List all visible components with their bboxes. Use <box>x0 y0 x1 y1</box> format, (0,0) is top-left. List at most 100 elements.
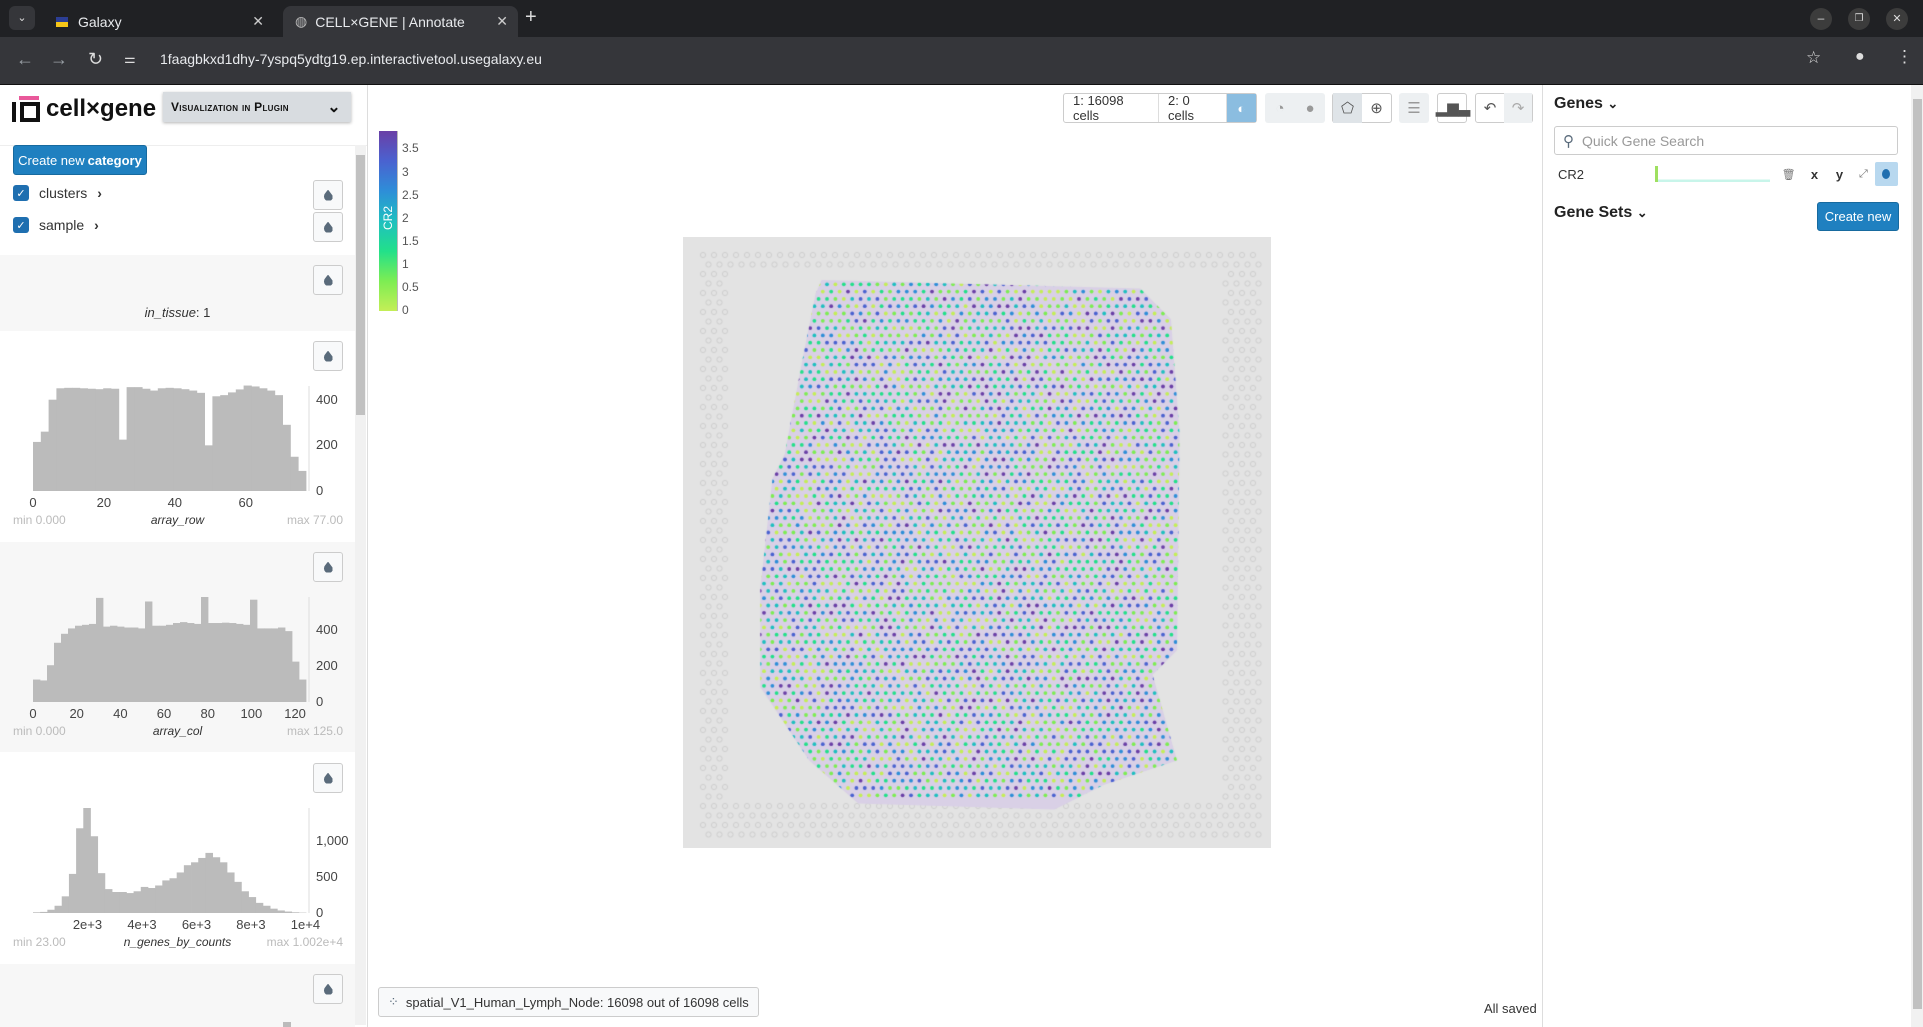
color-by-clusters-button[interactable] <box>313 180 343 210</box>
colorbar-tick: 3.5 <box>402 141 419 156</box>
tab-label: CELL×GENE | Annotate <box>315 13 465 30</box>
histogram-field-name: array_col <box>152 724 203 738</box>
bookmark-star-icon[interactable]: ☆ <box>1806 48 1821 68</box>
embedding-selector[interactable]: ⁘ spatial_V1_Human_Lymph_Node: 16098 out … <box>378 987 759 1017</box>
bar-chart-icon: ▂▆▃ <box>1435 100 1471 117</box>
histogram-bar <box>187 623 195 702</box>
histogram-bar <box>40 431 49 491</box>
redo-icon[interactable]: ↷ <box>1504 93 1532 123</box>
restore-button[interactable]: ❐ <box>1848 8 1870 30</box>
color-by-sample-button[interactable] <box>313 212 343 242</box>
genes-header[interactable]: Genes ⌄ <box>1554 95 1618 113</box>
checkbox-clusters[interactable]: ✓ <box>13 185 29 201</box>
histogram-bar <box>241 891 249 913</box>
cell-set-2-button[interactable]: 2: 0 cells <box>1159 93 1227 123</box>
back-icon[interactable]: ← <box>16 49 34 70</box>
histogram-bar <box>138 628 146 702</box>
tab-cellxgene[interactable]: ◍ CELL×GENE | Annotate ✕ <box>283 6 518 37</box>
distribution-button[interactable]: ▂▆▃ <box>1435 93 1471 123</box>
color-by-in-tissue-button[interactable] <box>313 265 343 295</box>
histogram-bar <box>87 388 96 491</box>
menu-icon[interactable]: ⋮ <box>1896 47 1913 67</box>
lasso-icon[interactable]: ⬠ <box>1333 93 1362 123</box>
tab-list-button[interactable]: ⌄ <box>9 6 35 30</box>
histogram-bar <box>262 905 271 913</box>
undo-icon[interactable]: ↶ <box>1476 93 1504 123</box>
expand-icon[interactable]: ⤢ <box>1852 168 1875 181</box>
gene-sparkline <box>1654 166 1771 182</box>
histogram-bar <box>194 623 202 702</box>
histogram-bar <box>142 388 151 491</box>
category-sample[interactable]: ✓ sample › <box>13 217 99 233</box>
gene-row-cr2[interactable]: CR2 🗑 x y ⤢ <box>1554 160 1898 188</box>
histogram-array-col[interactable]: 0 200 400 0 20 40 60 80 100 120 min 0.000 max 125.0… <box>0 542 355 752</box>
list-icon: ☰ <box>1407 100 1421 117</box>
reload-icon[interactable]: ↻ <box>88 49 103 70</box>
gene-search-input[interactable]: ⚲ Quick Gene Search <box>1554 126 1898 155</box>
x-tick-label: 8e+3 <box>236 917 266 932</box>
circle-icon[interactable]: ● <box>1295 93 1325 123</box>
set-x-axis-button[interactable]: x <box>1802 167 1827 182</box>
pie-chart-icon[interactable]: ◔ <box>1265 93 1295 123</box>
y-tick-label: 0 <box>316 694 324 709</box>
save-status: All saved <box>1484 1001 1537 1016</box>
close-tab-icon[interactable]: ✕ <box>252 13 264 30</box>
histogram-bar <box>119 892 127 913</box>
histogram-bar <box>33 679 41 702</box>
selection-mode-group: ⬠ ⊕ <box>1332 93 1392 123</box>
plugin-select[interactable]: Visualization in Plugin ⌄ <box>163 92 351 122</box>
close-window-button[interactable]: ✕ <box>1886 8 1908 30</box>
set-y-axis-button[interactable]: y <box>1827 167 1852 182</box>
histogram-bar <box>68 873 77 913</box>
spatial-tissue-image[interactable] <box>683 237 1271 848</box>
histogram-bar <box>226 872 235 913</box>
zoom-in-icon[interactable]: ⊕ <box>1362 93 1391 123</box>
checkbox-sample[interactable]: ✓ <box>13 217 29 233</box>
cell-set-1-button[interactable]: 1: 16098 cells <box>1064 93 1160 123</box>
forward-icon[interactable]: → <box>50 49 68 70</box>
histogram-field-name: array_row <box>150 513 205 527</box>
histogram-bar <box>198 857 206 913</box>
histogram-bar <box>147 888 156 913</box>
in-tissue-card: in_tissue: 1 <box>0 255 355 331</box>
histogram-bar <box>47 909 55 913</box>
histogram-bar <box>145 601 153 702</box>
scrollbar-thumb[interactable] <box>356 155 365 415</box>
category-clusters[interactable]: ✓ clusters › <box>13 185 102 201</box>
color-by-gene-button[interactable] <box>1874 162 1898 186</box>
venn-icon[interactable]: ◐ <box>1226 94 1256 122</box>
histogram-bar <box>191 862 199 913</box>
histogram-bar <box>212 396 221 491</box>
profile-icon[interactable]: ● <box>1855 48 1865 66</box>
logo-mark-icon <box>12 96 40 122</box>
histogram-next <box>0 964 355 1027</box>
url-field[interactable]: 1faagbkxd1dhy-7yspq5ydtg19.ep.interactiv… <box>160 51 542 67</box>
histogram-bar <box>75 625 83 702</box>
x-tick-label: 0 <box>29 706 37 721</box>
list-button[interactable]: ☰ <box>1399 93 1429 123</box>
histogram-bar <box>61 633 69 702</box>
histogram-bar <box>201 597 209 702</box>
create-category-button[interactable]: Create new category <box>13 145 147 175</box>
right-scrollbar[interactable] <box>1911 85 1923 1027</box>
histogram-array-row[interactable]: 0 200 400 0 20 40 60 min 0.000 max 77.00 array_ro… <box>0 331 355 541</box>
create-gene-set-button[interactable]: Create new <box>1817 202 1899 231</box>
close-tab-icon[interactable]: ✕ <box>496 13 508 30</box>
histogram-bar <box>173 623 181 702</box>
histogram-n-genes-by-counts[interactable]: 0 500 1,000 2e+3 4e+3 6e+3 8e+3 1e+4 min 23.00 ma… <box>0 753 355 963</box>
button-label-bold: category <box>87 152 142 168</box>
sidebar-scrollbar[interactable] <box>355 145 366 1025</box>
site-settings-icon[interactable]: ⚌ <box>124 51 136 67</box>
cellxgene-logo: cell×gene <box>12 95 156 123</box>
x-tick-label: 0 <box>29 495 37 510</box>
main-canvas[interactable]: CR2 3.5 3 2.5 2 1.5 1 0.5 0 ⁘ spatial_V1_Human_L… <box>369 85 1541 1027</box>
minimize-button[interactable]: – <box>1810 8 1832 30</box>
gene-sets-header[interactable]: Gene Sets ⌄ <box>1554 204 1648 222</box>
histogram-bar <box>271 628 279 702</box>
tab-galaxy[interactable]: Galaxy ✕ <box>44 6 274 37</box>
color-by-button[interactable] <box>313 974 343 1004</box>
new-tab-button[interactable]: + <box>525 6 537 29</box>
trash-icon[interactable]: 🗑 <box>1775 168 1802 181</box>
y-tick-label: 400 <box>316 622 338 638</box>
search-placeholder: Quick Gene Search <box>1582 132 1705 149</box>
